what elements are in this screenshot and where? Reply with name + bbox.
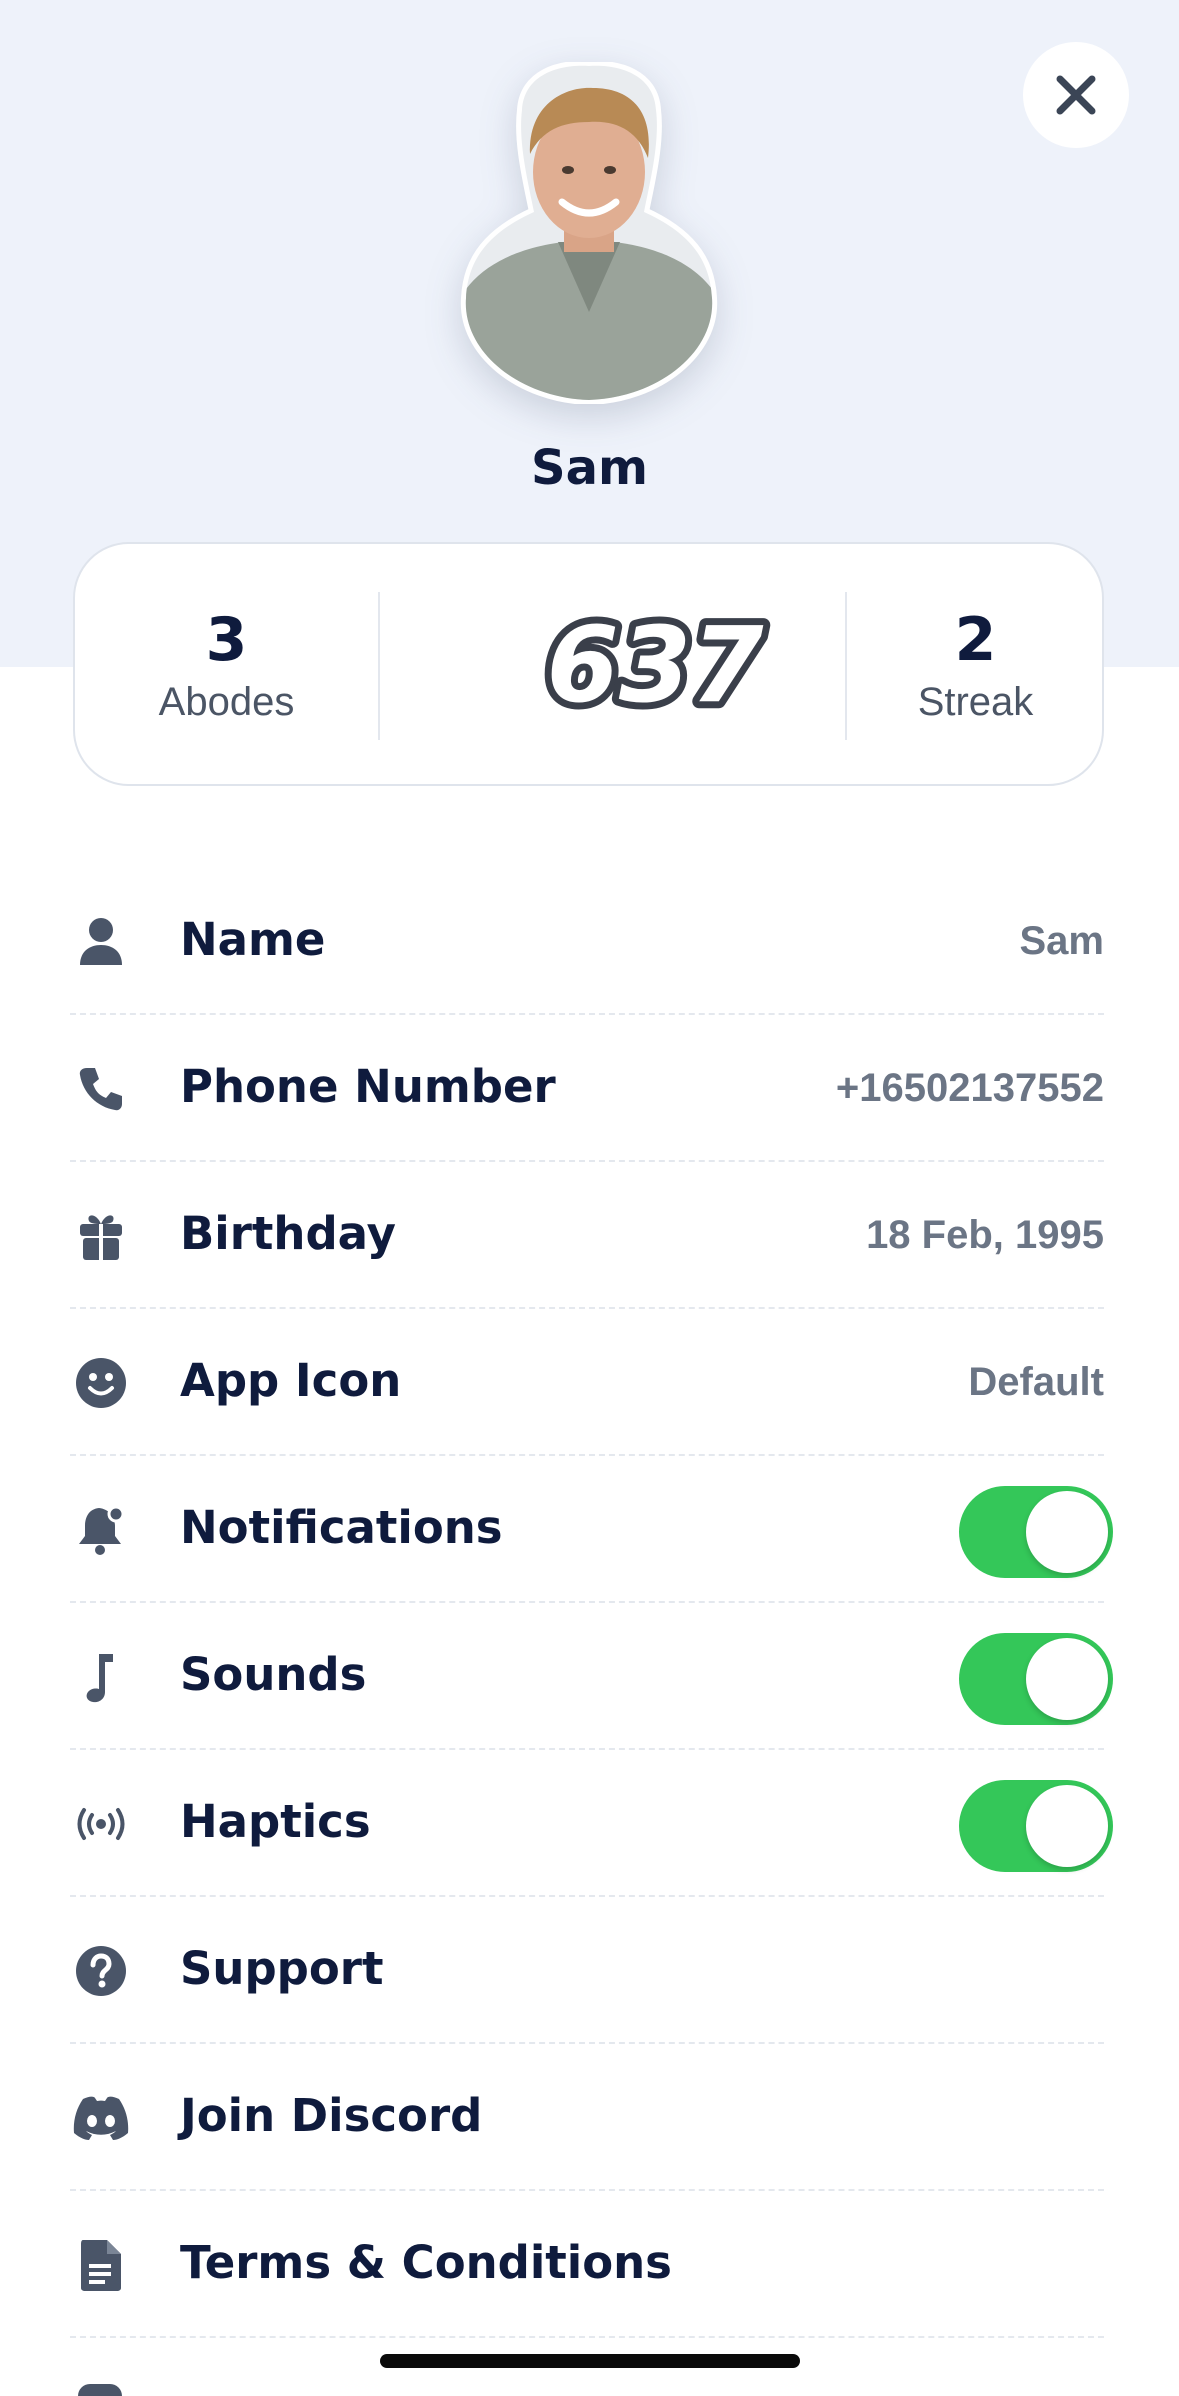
streak-stat[interactable]: 2 Streak <box>847 544 1104 788</box>
row-label: Haptics <box>180 1795 371 1848</box>
stats-card: 3 Abodes 637 2 Streak <box>73 542 1104 786</box>
document-icon <box>70 2237 132 2293</box>
settings-row-phone[interactable]: Phone Number +16502137552 <box>70 1015 1104 1162</box>
row-label: Support <box>180 1942 384 1995</box>
toggle-knob <box>1026 1785 1108 1867</box>
home-indicator[interactable] <box>380 2354 800 2368</box>
profile-name: Sam <box>531 440 648 496</box>
stats-divider-left <box>378 592 380 740</box>
close-icon <box>1056 75 1096 115</box>
music-note-icon <box>70 1649 132 1705</box>
haptics-icon <box>70 1796 132 1852</box>
haptics-toggle[interactable] <box>959 1780 1113 1872</box>
score-value: 637 <box>546 604 764 726</box>
settings-row-terms[interactable]: Terms & Conditions <box>70 2191 1104 2338</box>
abodes-stat[interactable]: 3 Abodes <box>75 544 378 788</box>
row-label: Name <box>180 913 326 966</box>
settings-row-notifications: Notifications <box>70 1456 1113 1603</box>
row-label: Notifications <box>180 1501 503 1554</box>
row-divider <box>70 2336 1104 2338</box>
row-label: Join Discord <box>180 2089 483 2142</box>
settings-row-name[interactable]: Name Sam <box>70 868 1104 1015</box>
discord-icon <box>70 2090 132 2146</box>
settings-row-app-icon[interactable]: App Icon Default <box>70 1309 1104 1456</box>
toggle-knob <box>1026 1491 1108 1573</box>
abodes-count: 3 <box>205 604 248 675</box>
person-icon <box>70 914 132 970</box>
question-icon <box>70 1943 132 1999</box>
row-label: Sounds <box>180 1648 367 1701</box>
settings-row-sounds: Sounds <box>70 1603 1113 1750</box>
streak-label: Streak <box>917 679 1034 724</box>
settings-row-birthday[interactable]: Birthday 18 Feb, 1995 <box>70 1162 1104 1309</box>
toggle-knob <box>1026 1638 1108 1720</box>
settings-row-discord[interactable]: Join Discord <box>70 2044 1104 2191</box>
notifications-toggle[interactable] <box>959 1486 1113 1578</box>
avatar[interactable] <box>458 62 720 404</box>
close-button[interactable] <box>1023 42 1129 148</box>
row-value: +16502137552 <box>835 1066 1104 1110</box>
sounds-toggle[interactable] <box>959 1633 1113 1725</box>
streak-count: 2 <box>954 604 997 675</box>
phone-icon <box>70 1061 132 1117</box>
settings-row-haptics: Haptics <box>70 1750 1113 1897</box>
bell-icon <box>70 1502 132 1558</box>
settings-row-support[interactable]: Support <box>70 1897 1104 2044</box>
row-label: App Icon <box>180 1354 402 1407</box>
abodes-label: Abodes <box>158 679 295 724</box>
row-value: 18 Feb, 1995 <box>866 1213 1104 1257</box>
gift-icon <box>70 1208 132 1264</box>
row-label: Terms & Conditions <box>180 2236 672 2289</box>
row-label: Birthday <box>180 1207 396 1260</box>
row-value: Default <box>968 1360 1104 1404</box>
score-badge: 637 <box>539 597 771 726</box>
partial-row-icon <box>78 2384 122 2396</box>
row-label: Phone Number <box>180 1060 556 1113</box>
row-value: Sam <box>1019 919 1105 963</box>
smiley-icon <box>70 1355 132 1411</box>
